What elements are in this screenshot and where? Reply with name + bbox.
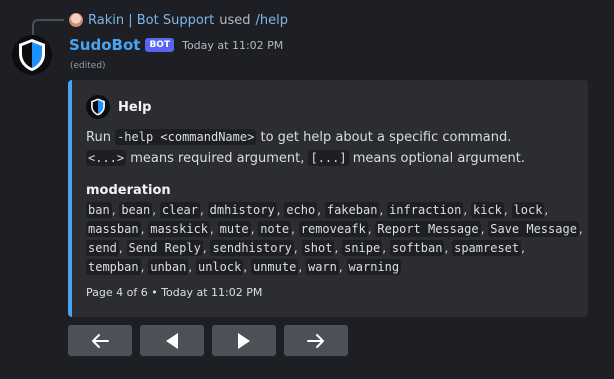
desc-text: means required argument, [126,151,309,166]
desc-code: -help <commandName> [115,129,257,145]
shield-icon [19,39,45,71]
command-chip: warn [305,259,339,275]
embed-author-icon [86,95,110,119]
command-chip: spamreset [452,240,522,256]
command-chip: dmhistory [207,202,277,218]
pagination-buttons [68,325,348,356]
command-chip: unlock [195,259,244,275]
author-name[interactable]: SudoBot [69,36,140,54]
command-chip: removeafk [298,221,368,237]
command-chip: warning [346,259,402,275]
desc-code: [...] [308,150,349,166]
triangle-right-icon [238,332,250,349]
desc-text: means optional argument. [348,151,526,166]
desc-code: <...> [86,150,127,166]
reply-command[interactable]: /help [256,13,288,28]
first-page-button[interactable] [68,325,132,356]
embed-description: Run -help <commandName> to get help abou… [86,127,581,169]
reply-avatar[interactable] [69,13,83,27]
desc-text: to get help about a specific command. [256,130,512,145]
previous-page-button[interactable] [140,325,204,356]
command-chip: massban [86,221,141,237]
bot-badge: BOT [145,38,175,52]
arrow-left-icon [92,333,109,348]
description-line-2: <...> means required argument, [...] mea… [86,148,581,169]
command-chip: masskick [148,221,211,237]
embed-footer: Page 4 of 6 • Today at 11:02 PM [86,286,263,299]
reply-username[interactable]: Rakin | Bot Support [88,13,214,28]
command-chip: shot [301,240,335,256]
reply-reference[interactable]: Rakin | Bot Support used /help [69,11,288,29]
command-chip: clear [159,202,200,218]
command-chip: echo [284,202,318,218]
help-embed: Help Run -help <commandName> to get help… [68,80,588,317]
command-chip: note [258,221,292,237]
reply-connector [32,19,64,35]
command-list: ban, bean, clear, dmhistory, echo, fakeb… [86,202,583,275]
edited-indicator: (edited) [70,61,106,71]
reply-action: used [219,12,251,28]
desc-text: Run [86,130,116,145]
triangle-left-icon [166,332,178,349]
command-chip: Report Message [375,221,481,237]
command-chip: Send Reply [126,240,203,256]
arrow-right-icon [307,333,324,348]
command-chip: send [86,240,119,256]
message-timestamp: Today at 11:02 PM [182,38,284,52]
command-chip: fakeban [324,202,380,218]
command-chip: Save Message [488,221,579,237]
last-page-button[interactable] [284,325,348,356]
command-chip: sendhistory [210,240,294,256]
command-chip: infraction [387,202,464,218]
command-chip: softban [389,240,445,256]
bot-avatar[interactable] [12,35,52,75]
embed-title: Help [118,99,152,115]
command-chip: unban [148,259,189,275]
command-chip: mute [217,221,251,237]
command-chip: tempban [86,259,141,275]
message-header: SudoBot BOT Today at 11:02 PM [69,35,283,55]
command-chip: lock [511,202,545,218]
embed-author: Help [86,95,151,119]
description-line-1: Run -help <commandName> to get help abou… [86,127,581,148]
shield-icon [91,98,105,116]
command-chip: ban [86,202,112,218]
command-chip: snipe [342,240,383,256]
field-name: moderation [86,183,171,198]
next-page-button[interactable] [212,325,276,356]
command-chip: unmute [250,259,299,275]
command-chip: kick [470,202,504,218]
command-chip: bean [119,202,153,218]
